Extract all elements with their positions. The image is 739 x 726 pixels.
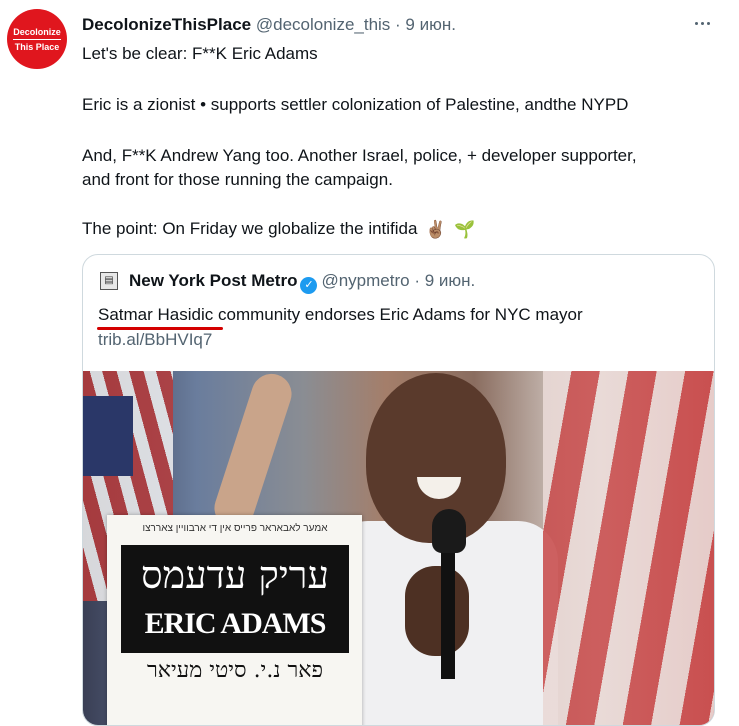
raised-arm bbox=[209, 371, 297, 534]
tweet-text-line-4: and front for those running the campaign… bbox=[82, 170, 393, 189]
tweet-text-line-3: And, F**K Andrew Yang too. Another Israe… bbox=[82, 146, 637, 165]
hand-holding-mic bbox=[405, 566, 469, 656]
newspaper-sign: אמער לאבאראר פרייס אין די ארבוויין צאררצ… bbox=[107, 515, 362, 725]
paper-headline-hebrew: עריק עדעמס bbox=[141, 553, 329, 597]
newspaper-icon: ▤ bbox=[100, 272, 118, 290]
avatar-text-line2: This Place bbox=[14, 41, 60, 52]
quoted-tweet[interactable]: ▤ New York Post Metro ✓ @nypmetro · 9 июн.… bbox=[82, 254, 715, 726]
quoted-author-name[interactable]: New York Post Metro bbox=[129, 271, 297, 290]
microphone-handle bbox=[441, 549, 455, 679]
seedling-icon: 🌱 bbox=[454, 220, 476, 239]
tweet-header: DecolonizeThisPlace @decolonize_this · 9… bbox=[82, 15, 456, 35]
microphone-icon bbox=[432, 509, 466, 553]
quoted-text-underlined: Satmar Hasidic bbox=[98, 305, 214, 324]
paper-top-text: אמער לאבאראר פרייס אין די ארבוויין צאררצ… bbox=[142, 523, 328, 534]
quoted-tweet-text: Satmar Hasidic community endorses Eric A… bbox=[98, 305, 583, 325]
victory-hand-icon: ✌🏽 bbox=[425, 220, 447, 239]
tweet-text-line-1: Let's be clear: F**K Eric Adams bbox=[82, 44, 318, 63]
flag-canton bbox=[83, 396, 133, 476]
quoted-text-rest: community endorses Eric Adams for NYC ma… bbox=[213, 305, 583, 324]
avatar-text-line1: Decolonize bbox=[13, 26, 61, 40]
tweet-date[interactable]: 9 июн. bbox=[405, 15, 456, 34]
author-handle[interactable]: @decolonize_this bbox=[256, 15, 390, 34]
more-horizontal-icon[interactable] bbox=[688, 12, 716, 34]
tweet-text-line-5-text: The point: On Friday we globalize the in… bbox=[82, 219, 418, 238]
quoted-tweet-date[interactable]: 9 июн. bbox=[425, 271, 476, 290]
meta-separator: · bbox=[390, 15, 406, 34]
tweet-text-line-5: The point: On Friday we globalize the in… bbox=[82, 219, 475, 240]
paper-headline-block: עריק עדעמס ERIC ADAMS bbox=[121, 545, 349, 653]
quoted-tweet-link[interactable]: trib.al/BbHVIq7 bbox=[98, 330, 212, 350]
american-flag-right bbox=[543, 371, 714, 725]
tweet-text-line-2: Eric is a zionist • supports settler col… bbox=[82, 95, 629, 114]
quoted-tweet-photo[interactable]: אמער לאבאראר פרייס אין די ארבוויין צאררצ… bbox=[83, 371, 714, 725]
paper-bottom-text: פאר נ.י. סיטי מעיאר bbox=[146, 658, 324, 683]
author-name[interactable]: DecolonizeThisPlace bbox=[82, 15, 251, 34]
avatar[interactable]: Decolonize This Place bbox=[7, 9, 67, 69]
verified-badge-icon: ✓ bbox=[300, 277, 318, 294]
quoted-meta-separator: · bbox=[409, 271, 425, 290]
quoted-tweet-header: New York Post Metro ✓ @nypmetro · 9 июн. bbox=[129, 271, 475, 294]
paper-headline-english: ERIC ADAMS bbox=[144, 607, 327, 640]
quoted-author-handle[interactable]: @nypmetro bbox=[321, 271, 409, 290]
